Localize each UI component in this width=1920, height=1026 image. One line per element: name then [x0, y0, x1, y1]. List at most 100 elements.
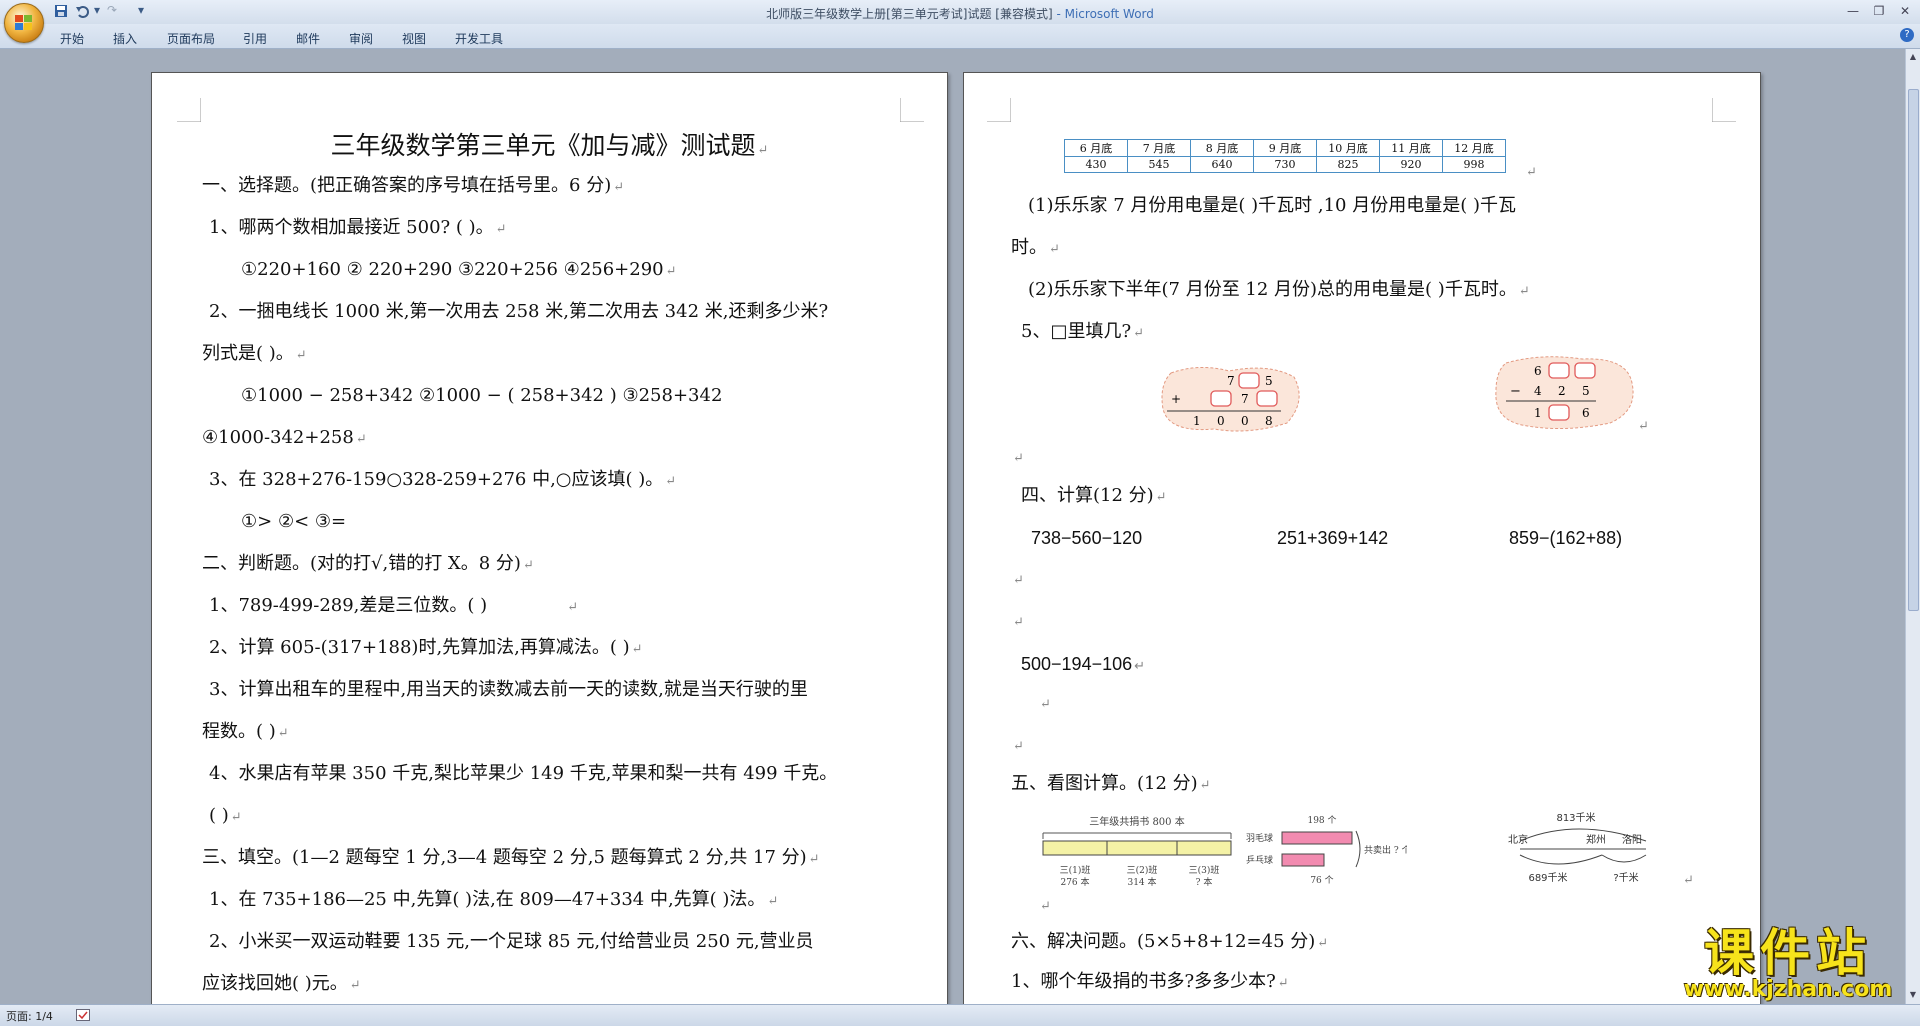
- watermark-text: 课件站: [1704, 924, 1872, 982]
- table-header-cell: 10 月底: [1316, 139, 1380, 157]
- table-cell: 545: [1127, 156, 1191, 173]
- question-text: 5、□里填几? ↵: [1021, 321, 1145, 342]
- table-header-cell: 11 月底: [1379, 139, 1443, 157]
- figure-value: 813千米: [1556, 811, 1595, 824]
- proofing-icon[interactable]: [76, 1009, 90, 1021]
- scroll-down-icon[interactable]: ▼: [1907, 989, 1919, 1001]
- puzzle-digit: 0: [1241, 414, 1249, 428]
- calc-expression: 738−560−120: [1031, 528, 1143, 548]
- figure-value: 314 本: [1127, 876, 1156, 888]
- figure-value: 689千米: [1528, 871, 1567, 884]
- puzzle-digit: 2: [1558, 384, 1566, 398]
- calc-expression: 500−194−106 ↵: [1021, 654, 1146, 674]
- section-fill-heading: 三、填空。(1—2 题每空 1 分,3—4 题每空 2 分,5 题每算式 2 分…: [202, 847, 820, 868]
- paragraph-mark: ↵: [1683, 873, 1694, 888]
- figure-value: 276 本: [1060, 876, 1089, 888]
- restore-icon[interactable]: ❐: [1866, 2, 1892, 20]
- page-count[interactable]: 页面: 1/4: [6, 1008, 53, 1024]
- table-row: 6 月底 7 月底 8 月底 9 月底 10 月底 11 月底 12 月底: [1064, 139, 1506, 157]
- question-text: 2、小米买一双运动鞋要 135 元,一个足球 85 元,付给营业员 250 元,…: [209, 931, 814, 952]
- question-text: 列式是( )。 ↵: [202, 343, 307, 364]
- tab-mailings[interactable]: 邮件: [296, 30, 320, 47]
- question-text: (1)乐乐家 7 月份用电量是( )千瓦时 ,10 月份用电量是( )千瓦: [1028, 195, 1516, 216]
- status-bar: 页面: 1/4: [0, 1004, 1920, 1026]
- page-title: 三年级数学第三单元《加与减》测试题 ↵: [330, 131, 769, 160]
- figure-value: 198 个: [1307, 815, 1336, 826]
- table-header-cell: 6 月底: [1064, 139, 1128, 157]
- puzzle-digit: 5: [1582, 384, 1590, 398]
- document-page-2[interactable]: 6 月底 7 月底 8 月底 9 月底 10 月底 11 月底 12 月底 4 3…: [963, 72, 1761, 1009]
- title-bar: ▾ ↷ ▾ 北师版三年级数学上册[第三单元考试]试题 [兼容模式] - Micr…: [0, 0, 1920, 43]
- addition-puzzle-figure: 7 5 + 7 1 0 0 8: [1161, 367, 1300, 432]
- tab-references[interactable]: 引用: [243, 30, 267, 47]
- table-cell: 825: [1316, 156, 1380, 173]
- paragraph-mark: ↵: [1013, 451, 1024, 466]
- puzzle-digit: 5: [1265, 374, 1273, 388]
- app-name: - Microsoft Word: [1052, 7, 1154, 21]
- question-text: 程数。( ) ↵: [202, 721, 289, 742]
- tab-view[interactable]: 视图: [402, 30, 426, 47]
- tab-home[interactable]: 开始: [60, 30, 84, 47]
- subtraction-puzzle-figure: 6 − 4 2 5 1 6: [1495, 356, 1634, 430]
- document-name: 北师版三年级数学上册[第三单元考试]试题 [兼容模式]: [766, 7, 1053, 21]
- question-text: 3、计算出租车的里程中,用当天的读数减去前一天的读数,就是当天行驶的里: [209, 679, 808, 700]
- question-text: 2、一捆电线长 1000 米,第一次用去 258 米,第二次用去 342 米,还…: [209, 301, 829, 322]
- puzzle-digit: 7: [1227, 374, 1235, 388]
- question-text: 时。 ↵: [1011, 237, 1060, 258]
- puzzle-digit: 0: [1217, 414, 1225, 428]
- puzzle-operator: +: [1171, 392, 1181, 406]
- calc-expression: 859−(162+88): [1509, 528, 1623, 548]
- scroll-thumb[interactable]: [1908, 89, 1919, 611]
- calc-expression: 251+369+142: [1277, 528, 1389, 548]
- answer-options: ④1000-342+258 ↵: [202, 427, 367, 448]
- crop-mark-icon: [900, 98, 924, 122]
- crop-mark-icon: [1712, 98, 1736, 122]
- table-cell: 998: [1442, 156, 1506, 173]
- close-icon[interactable]: ✕: [1892, 2, 1918, 20]
- puzzle-digit: 1: [1193, 414, 1201, 428]
- minimize-icon[interactable]: —: [1840, 2, 1866, 20]
- tab-review[interactable]: 审阅: [349, 30, 373, 47]
- paragraph-mark: ↵: [1040, 899, 1051, 914]
- question-text: 1、789-499-289,差是三位数。( ) ↵: [209, 595, 579, 616]
- book-donation-figure: 三年级共捐书 800 本 三(1)班 276 本 三(2)班 314 本 三(3…: [1042, 815, 1232, 888]
- puzzle-digit: 8: [1265, 414, 1273, 428]
- section-judge-heading: 二、判断题。(对的打√,错的打 X。8 分) ↵: [202, 553, 534, 574]
- document-page-1[interactable]: 三年级数学第三单元《加与减》测试题 ↵ 一、选择题。(把正确答案的序号填在括号里。…: [151, 72, 948, 1009]
- route-figure: 813千米 北京 郑州 洛阳 689千米 ?千米: [1508, 811, 1647, 884]
- question-text: 3、在 328+276-159○328-259+276 中,○应该填( )。 ↵: [209, 469, 677, 490]
- table-header-cell: 8 月底: [1190, 139, 1254, 157]
- paragraph-mark: ↵: [1040, 697, 1051, 712]
- tab-insert[interactable]: 插入: [113, 30, 137, 47]
- paragraph-mark: ↵: [1013, 739, 1024, 754]
- figure-value: 76 个: [1310, 875, 1333, 886]
- question-text: 应该找回她( )元。 ↵: [202, 973, 361, 994]
- question-text: ( ) ↵: [209, 805, 242, 826]
- figure-label: 三(3)班: [1189, 864, 1220, 876]
- crop-mark-icon: [987, 98, 1011, 122]
- figure-value: ?千米: [1613, 871, 1638, 884]
- window-title: 北师版三年级数学上册[第三单元考试]试题 [兼容模式] - Microsoft …: [0, 5, 1920, 22]
- help-icon[interactable]: ?: [1900, 28, 1914, 42]
- office-button[interactable]: [4, 3, 44, 43]
- paragraph-mark: ↵: [1013, 615, 1024, 630]
- puzzle-digit: 6: [1534, 364, 1542, 378]
- figure-label: 共卖出 ? 个: [1364, 844, 1407, 856]
- tab-developer[interactable]: 开发工具: [455, 30, 503, 47]
- table-cell: 920: [1379, 156, 1443, 173]
- answer-options: ①> ②< ③=: [241, 511, 347, 532]
- vertical-scrollbar[interactable]: ▲ ▼: [1905, 49, 1920, 1004]
- question-text: 2、计算 605-(317+188)时,先算加法,再算减法。( ) ↵: [209, 637, 643, 658]
- puzzle-digit: 4: [1534, 384, 1542, 398]
- figure-label: 郑州: [1586, 833, 1606, 846]
- watermark-url: www.kjzhan.com: [1683, 977, 1893, 1002]
- paragraph-mark: ↵: [1638, 419, 1649, 434]
- tab-page-layout[interactable]: 页面布局: [167, 30, 215, 47]
- figure-label: 三(1)班: [1060, 864, 1091, 876]
- scroll-up-icon[interactable]: ▲: [1907, 51, 1919, 63]
- table-cell: 640: [1190, 156, 1254, 173]
- section-calc-heading: 四、计算(12 分) ↵: [1021, 485, 1167, 506]
- site-watermark: 课件站 www.kjzhan.com: [1668, 924, 1908, 1002]
- crop-mark-icon: [177, 98, 201, 122]
- figure-label: 三(2)班: [1127, 864, 1158, 876]
